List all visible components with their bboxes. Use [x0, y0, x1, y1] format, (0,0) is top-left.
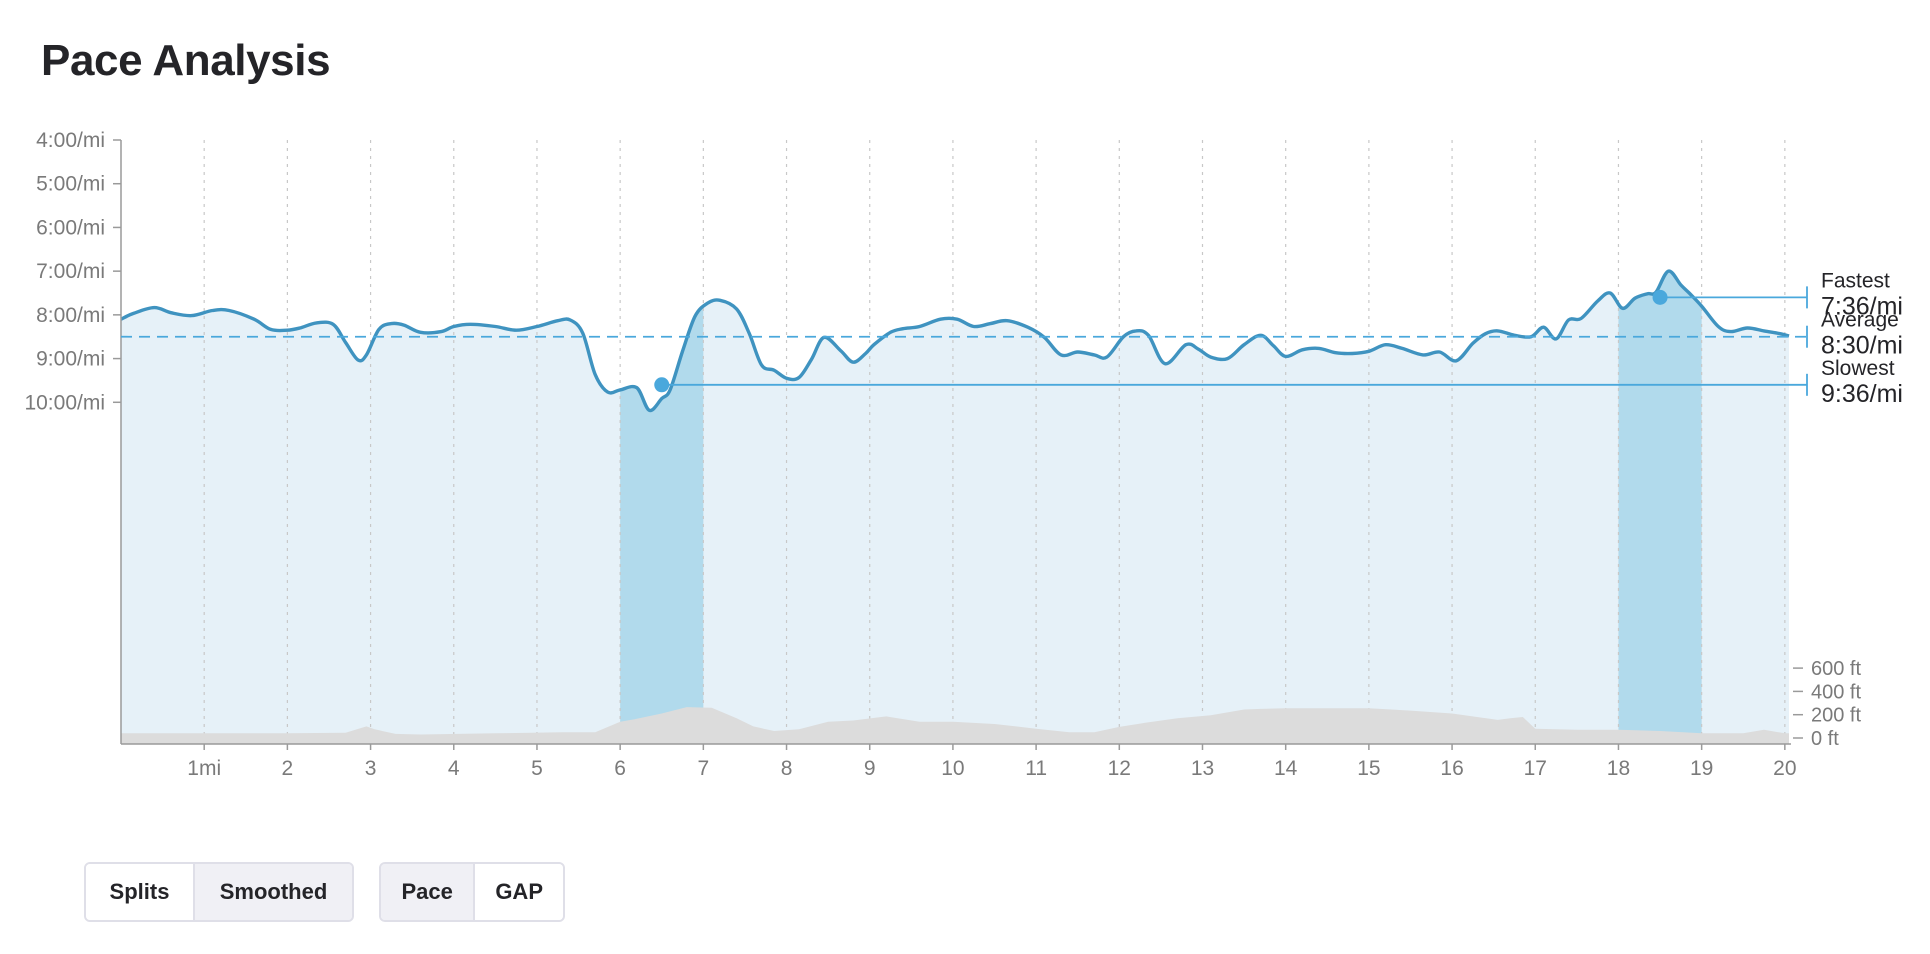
- y-tick-label: 7:00/mi: [36, 260, 105, 283]
- x-tick-label: 7: [698, 757, 710, 780]
- x-tick-label: 9: [864, 757, 876, 780]
- x-tick-label: 18: [1607, 757, 1630, 780]
- metric-toggle: Pace GAP: [379, 862, 565, 922]
- x-tick-label: 10: [941, 757, 964, 780]
- slowest-label: Slowest: [1821, 357, 1895, 380]
- x-tick-label: 4: [448, 757, 460, 780]
- y-tick-label: 9:00/mi: [36, 348, 105, 371]
- x-tick-label: 5: [531, 757, 543, 780]
- x-tick-label: 17: [1524, 757, 1547, 780]
- elevation-tick-label: 0 ft: [1811, 728, 1839, 750]
- x-tick-label: 19: [1690, 757, 1713, 780]
- highlighted-split-slowest: [620, 271, 704, 744]
- x-tick-label: 12: [1108, 757, 1131, 780]
- x-tick-label: 8: [781, 757, 793, 780]
- fastest-label: Fastest: [1821, 269, 1890, 292]
- chart-mode-toggle: Splits Smoothed: [84, 862, 354, 922]
- y-tick-label: 10:00/mi: [24, 391, 105, 414]
- average-label: Average: [1821, 309, 1899, 332]
- fastest-marker: [1652, 289, 1668, 305]
- highlighted-split-fastest: [1618, 271, 1702, 744]
- x-tick-label: 2: [282, 757, 294, 780]
- y-tick-label: 6:00/mi: [36, 216, 105, 239]
- pace-chart: 4:00/mi 5:00/mi 6:00/mi 7:00/mi 8:00/mi 9:00/…: [24, 129, 1903, 780]
- x-tick-label: 6: [614, 757, 626, 780]
- x-tick-label: 11: [1025, 757, 1047, 780]
- slowest-value: 9:36/mi: [1821, 380, 1903, 408]
- x-tick-label: 14: [1274, 757, 1298, 780]
- x-tick-label: 20: [1773, 757, 1796, 780]
- x-tick-label: 16: [1440, 757, 1463, 780]
- elevation-tick-label: 400 ft: [1811, 681, 1861, 703]
- splits-button[interactable]: Splits: [86, 864, 193, 920]
- y-tick-label: 5:00/mi: [36, 173, 105, 196]
- smoothed-button[interactable]: Smoothed: [193, 864, 352, 920]
- x-tick-label: 15: [1357, 757, 1380, 780]
- pace-button[interactable]: Pace: [381, 864, 474, 920]
- slowest-marker: [654, 377, 670, 393]
- average-value: 8:30/mi: [1821, 332, 1903, 360]
- gap-button[interactable]: GAP: [473, 864, 563, 920]
- x-tick-label: 1mi: [187, 757, 221, 780]
- y-tick-label: 4:00/mi: [36, 129, 105, 152]
- elevation-tick-label: 200 ft: [1811, 705, 1861, 727]
- elevation-tick-label: 600 ft: [1811, 658, 1861, 680]
- x-tick-label: 3: [365, 757, 377, 780]
- x-tick-label: 13: [1191, 757, 1214, 780]
- y-tick-label: 8:00/mi: [36, 304, 105, 327]
